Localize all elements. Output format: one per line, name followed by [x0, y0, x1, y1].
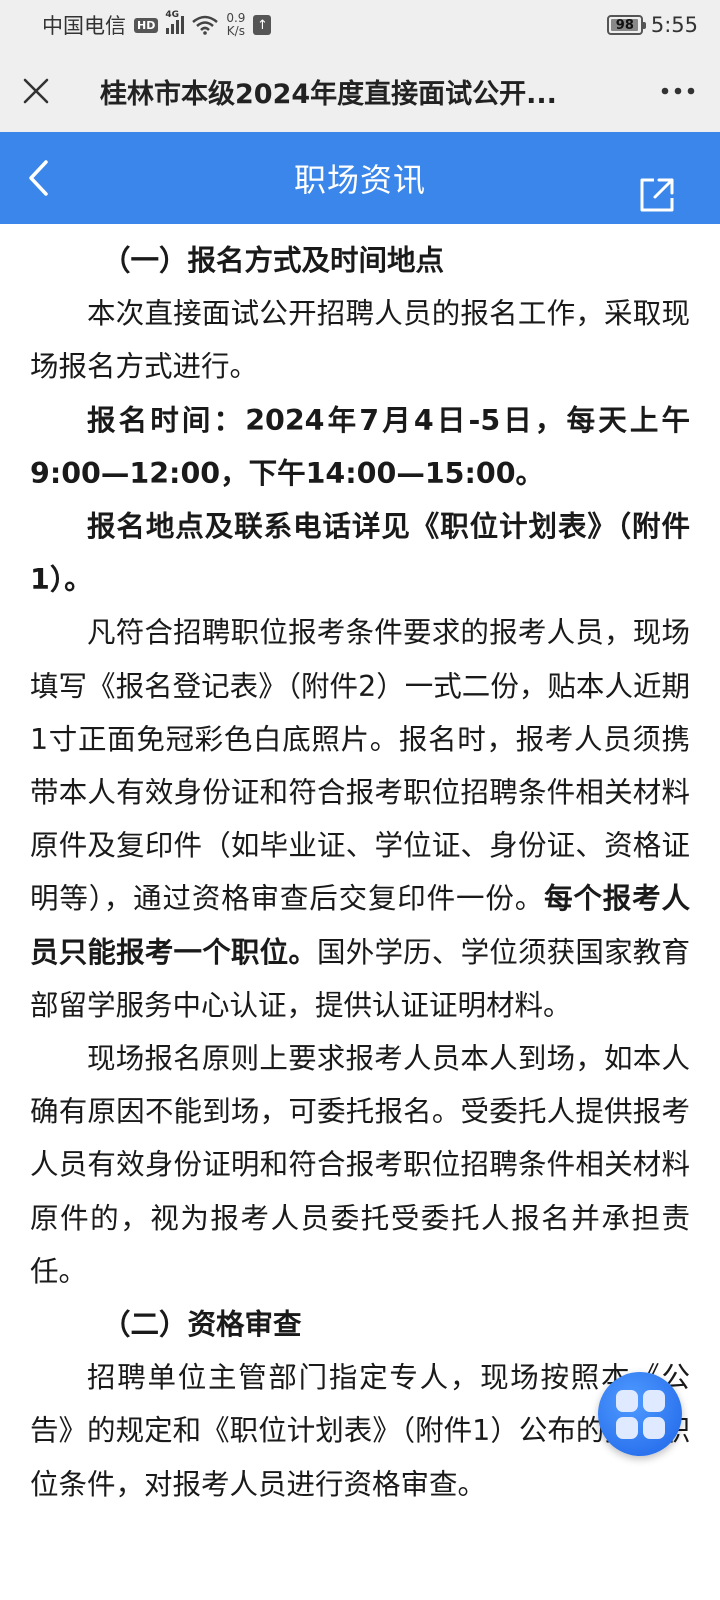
grid-square-icon	[616, 1417, 638, 1439]
grid-square-icon	[643, 1390, 665, 1412]
paragraph-registration-location: 报名地点及联系电话详见《职位计划表》（附件1）。	[30, 500, 690, 606]
header-title: 职场资讯	[294, 155, 426, 201]
paragraph-requirements: 凡符合招聘职位报考条件要求的报考人员，现场填写《报名登记表》（附件2）一式二份，…	[30, 606, 690, 1032]
registration-time-text: 报名时间：2024年7月4日-5日，每天上午9:00—12:00，下午14:00…	[30, 404, 690, 490]
floating-menu-button[interactable]	[598, 1372, 682, 1456]
chevron-left-icon	[27, 159, 49, 197]
battery-level: 98	[616, 18, 634, 33]
signal-icon: 4G	[166, 16, 184, 34]
registration-location-text: 报名地点及联系电话详见《职位计划表》（附件1）。	[30, 510, 690, 596]
back-button[interactable]	[18, 154, 58, 202]
section-heading-qualification: （二）资格审查	[30, 1298, 690, 1351]
network-type-label: 4G	[165, 10, 179, 20]
page-title: 桂林市本级2024年度直接面试公开...	[72, 72, 636, 111]
paragraph-registration-method: 本次直接面试公开招聘人员的报名工作，采取现场报名方式进行。	[30, 287, 690, 393]
hd-icon: HD	[134, 18, 158, 33]
upload-icon: ↑	[253, 15, 271, 35]
status-right: 98 5:55	[607, 13, 698, 37]
close-button[interactable]	[0, 50, 72, 132]
grid-square-icon	[616, 1390, 638, 1412]
requirements-text: 凡符合招聘职位报考条件要求的报考人员，现场填写《报名登记表》（附件2）一式二份，…	[30, 616, 690, 915]
app-header: 职场资讯	[0, 132, 720, 224]
network-speed: 0.9 K/s	[226, 12, 245, 38]
paragraph-registration-time: 报名时间：2024年7月4日-5日，每天上午9:00—12:00，下午14:00…	[30, 394, 690, 500]
close-icon	[23, 78, 49, 104]
network-speed-unit: K/s	[227, 25, 245, 38]
more-icon	[661, 87, 695, 95]
share-icon[interactable]	[638, 176, 676, 214]
clock: 5:55	[651, 13, 698, 37]
wifi-icon	[192, 15, 218, 35]
grid-square-icon	[643, 1417, 665, 1439]
status-bar: 中国电信 HD 4G 0.9 K/s ↑ 98 5:55	[0, 0, 720, 50]
paragraph-qualification-review: 招聘单位主管部门指定专人，现场按照本《公告》的规定和《职位计划表》（附件1）公布…	[30, 1351, 690, 1511]
status-left: 中国电信 HD 4G 0.9 K/s ↑	[42, 10, 271, 40]
webview-title-bar: 桂林市本级2024年度直接面试公开...	[0, 50, 720, 132]
carrier-label: 中国电信	[42, 10, 126, 40]
article-body: （一）报名方式及时间地点 本次直接面试公开招聘人员的报名工作，采取现场报名方式进…	[30, 234, 690, 1511]
section-heading-registration: （一）报名方式及时间地点	[30, 234, 690, 287]
paragraph-proxy-registration: 现场报名原则上要求报考人员本人到场，如本人确有原因不能到场，可委托报名。受委托人…	[30, 1032, 690, 1298]
more-options-button[interactable]	[636, 50, 720, 132]
battery-icon: 98	[607, 15, 643, 35]
